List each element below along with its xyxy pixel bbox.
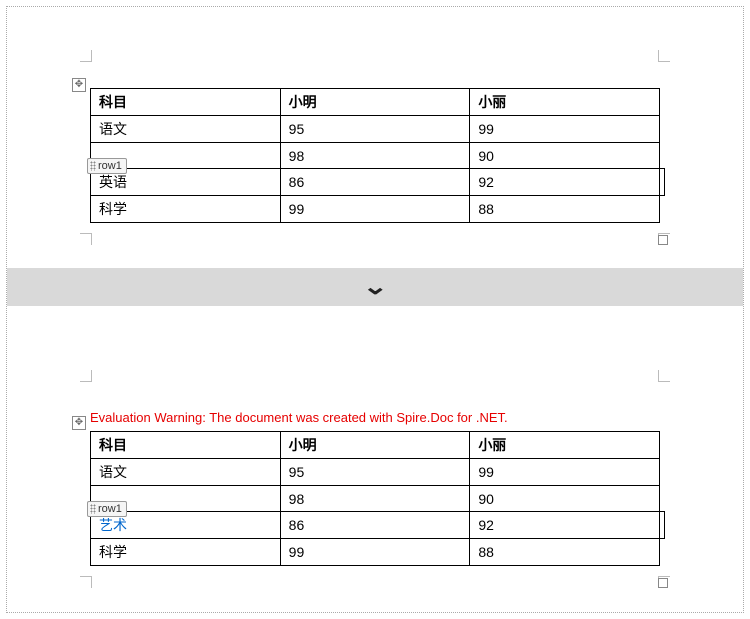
top-document-page: 科目 小明 小丽 语文9599row19890英语8692科学9988 xyxy=(90,60,660,223)
row-extended-border xyxy=(659,511,665,539)
cell-text: 科学 xyxy=(99,544,127,560)
table-resize-handle-icon[interactable] xyxy=(658,578,668,588)
table-row[interactable]: row1 9890 xyxy=(91,486,660,512)
crop-mark-icon xyxy=(80,576,92,588)
crop-mark-icon xyxy=(80,50,92,62)
header-subject: 科目 xyxy=(91,432,281,459)
cell-score2[interactable]: 88 xyxy=(470,539,660,566)
row-tag-label: row1 xyxy=(98,503,122,515)
table-move-handle-icon[interactable] xyxy=(72,78,86,92)
table-row[interactable]: 科学 9988 xyxy=(91,539,660,566)
cell-text: 科学 xyxy=(99,201,127,217)
table-row[interactable]: 科学 9988 xyxy=(91,196,660,223)
cell-score1[interactable]: 86 xyxy=(280,169,470,196)
row-tag-label: row1 xyxy=(98,160,122,172)
drag-dots-icon xyxy=(90,504,96,514)
bottom-document-page: Evaluation Warning: The document was cre… xyxy=(90,380,660,566)
chevron-down-icon: ⌄ xyxy=(362,274,388,300)
cell-subject[interactable]: 语文 xyxy=(91,459,281,486)
table-row[interactable]: 艺术 8692 xyxy=(91,512,660,539)
crop-mark-icon xyxy=(80,370,92,382)
crop-mark-icon xyxy=(80,233,92,245)
cell-score2[interactable]: 88 xyxy=(470,196,660,223)
table-resize-handle-icon[interactable] xyxy=(658,235,668,245)
cell-score1[interactable]: 95 xyxy=(280,116,470,143)
cell-score2[interactable]: 90 xyxy=(470,486,660,512)
row-tag[interactable]: row1 xyxy=(87,158,127,174)
scores-table-bottom: 科目 小明 小丽 语文9599row19890艺术8692科学9988 xyxy=(90,431,660,566)
crop-mark-icon xyxy=(658,50,670,62)
header-subject: 科目 xyxy=(91,89,281,116)
cell-score1[interactable]: 98 xyxy=(280,486,470,512)
header-student2: 小丽 xyxy=(470,432,660,459)
cell-score2[interactable]: 90 xyxy=(470,143,660,169)
header-student2: 小丽 xyxy=(470,89,660,116)
scores-table-top: 科目 小明 小丽 语文9599row19890英语8692科学9988 xyxy=(90,88,660,223)
table-header-row: 科目 小明 小丽 xyxy=(91,432,660,459)
crop-mark-icon xyxy=(658,370,670,382)
row-tag[interactable]: row1 xyxy=(87,501,127,517)
cell-score1[interactable]: 98 xyxy=(280,143,470,169)
cell-score2[interactable]: 99 xyxy=(470,116,660,143)
divider-bar: ⌄ xyxy=(7,268,743,306)
cell-text: 语文 xyxy=(99,464,127,480)
cell-text: 语文 xyxy=(99,121,127,137)
cell-score2[interactable]: 99 xyxy=(470,459,660,486)
cell-text: 英语 xyxy=(99,174,127,190)
header-student1: 小明 xyxy=(280,432,470,459)
header-student1: 小明 xyxy=(280,89,470,116)
cell-subject[interactable]: row1 xyxy=(91,486,281,512)
table-move-handle-icon[interactable] xyxy=(72,416,86,430)
cell-subject[interactable]: 科学 xyxy=(91,539,281,566)
cell-subject[interactable]: 语文 xyxy=(91,116,281,143)
cell-subject[interactable]: 科学 xyxy=(91,196,281,223)
cell-score1[interactable]: 99 xyxy=(280,196,470,223)
cell-score1[interactable]: 95 xyxy=(280,459,470,486)
cell-subject[interactable]: row1 xyxy=(91,143,281,169)
drag-dots-icon xyxy=(90,161,96,171)
table-header-row: 科目 小明 小丽 xyxy=(91,89,660,116)
cell-text: 艺术 xyxy=(99,517,127,533)
row-extended-border xyxy=(659,168,665,196)
table-row[interactable]: row1 9890 xyxy=(91,143,660,169)
table-row[interactable]: 语文 9599 xyxy=(91,116,660,143)
table-row[interactable]: 英语 8692 xyxy=(91,169,660,196)
cell-score1[interactable]: 86 xyxy=(280,512,470,539)
cell-score1[interactable]: 99 xyxy=(280,539,470,566)
cell-score2[interactable]: 92 xyxy=(470,169,660,196)
cell-score2[interactable]: 92 xyxy=(470,512,660,539)
evaluation-warning: Evaluation Warning: The document was cre… xyxy=(90,410,660,425)
table-row[interactable]: 语文 9599 xyxy=(91,459,660,486)
